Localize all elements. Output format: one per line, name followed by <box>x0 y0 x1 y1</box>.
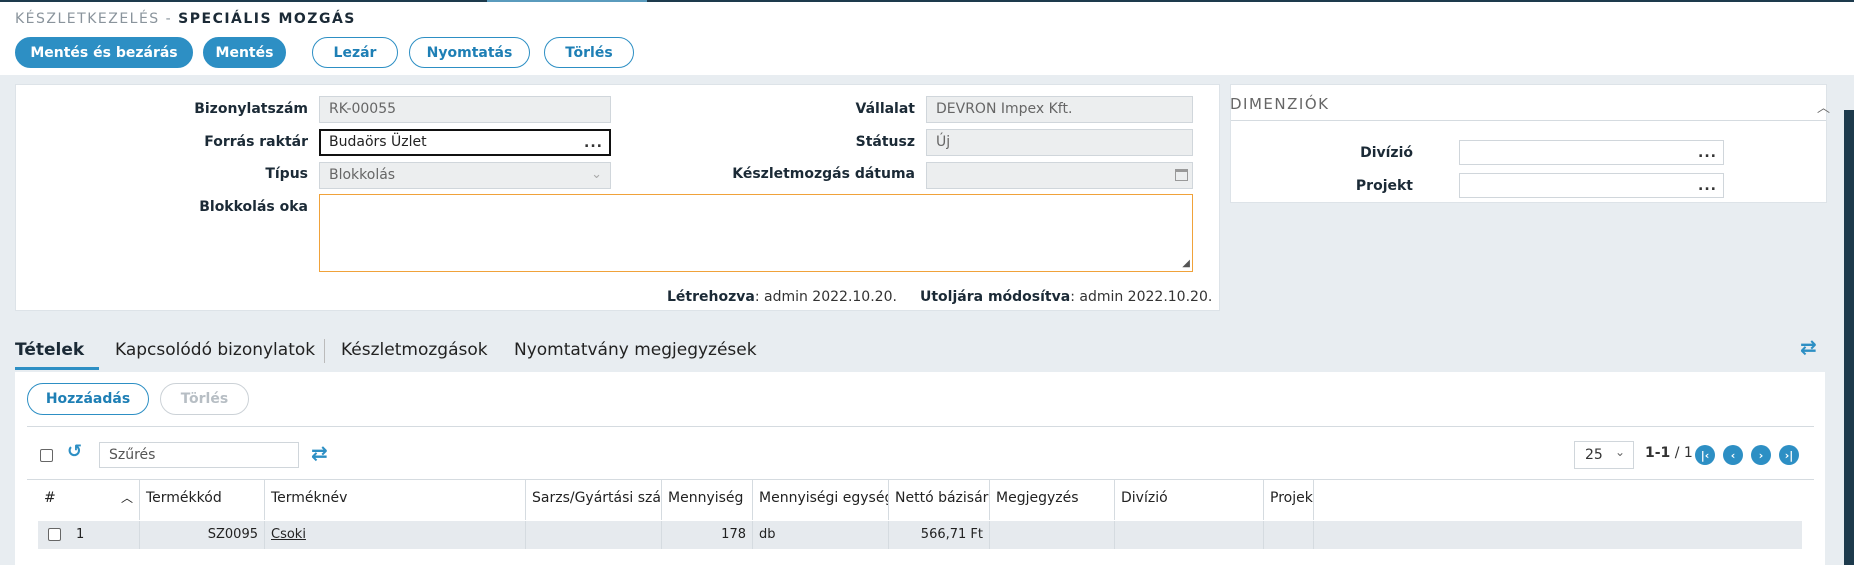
cell-num: 1 <box>70 521 140 549</box>
division-label: Divízió <box>1360 145 1413 161</box>
tab-stock-movements[interactable]: Készletmozgások <box>341 340 488 360</box>
col-header-note[interactable]: Megjegyzés <box>990 480 1115 520</box>
reason-textarea[interactable]: ◢ <box>319 194 1193 272</box>
cell-price: 566,71 Ft <box>889 521 990 549</box>
created-label: Létrehozva <box>667 289 755 305</box>
filter-placeholder: Szűrés <box>109 447 156 463</box>
source-wh-value: Budaörs Üzlet <box>329 134 427 150</box>
lookup-dots-icon[interactable]: ... <box>1698 145 1717 161</box>
print-button[interactable]: Nyomtatás <box>409 37 530 68</box>
select-all-checkbox[interactable] <box>40 449 53 462</box>
swap-icon[interactable]: ⇄ <box>311 441 328 465</box>
divider <box>27 426 1814 427</box>
chevron-down-icon: ⌄ <box>591 167 602 182</box>
company-label: Vállalat <box>855 101 916 117</box>
sort-icon[interactable]: ︿ <box>121 489 133 506</box>
swap-icon[interactable]: ⇄ <box>1800 335 1817 359</box>
col-header-name[interactable]: Terméknév <box>265 480 526 520</box>
filter-input[interactable]: Szűrés <box>99 442 299 468</box>
status-field: Új <box>926 129 1193 156</box>
delete-button[interactable]: Törlés <box>544 37 634 68</box>
cell-batch <box>526 521 662 549</box>
active-tab-indicator <box>15 367 99 370</box>
next-page-icon[interactable]: › <box>1751 445 1771 465</box>
save-close-button[interactable]: Mentés és bezárás <box>15 37 193 68</box>
modified-value: : admin 2022.10.20. <box>1070 289 1213 305</box>
type-value: Blokkolás <box>329 167 396 183</box>
save-button[interactable]: Mentés <box>203 37 286 68</box>
tab-print-notes[interactable]: Nyomtatvány megjegyzések <box>514 340 757 360</box>
project-label: Projekt <box>1355 178 1413 194</box>
cell-division <box>1115 521 1264 549</box>
refresh-icon[interactable]: ↺ <box>67 441 82 462</box>
company-value: DEVRON Impex Kft. <box>936 101 1073 117</box>
lookup-dots-icon[interactable]: ... <box>1698 178 1717 194</box>
resize-handle-icon[interactable]: ◢ <box>1182 258 1190 269</box>
status-value: Új <box>936 134 951 150</box>
cell-code: SZ0095 <box>140 521 265 549</box>
type-select[interactable]: Blokkolás ⌄ <box>319 162 611 189</box>
row-checkbox[interactable] <box>48 528 61 541</box>
delete-row-button[interactable]: Törlés <box>160 383 249 415</box>
col-header-unit[interactable]: Mennyiségi egység <box>753 480 889 520</box>
modified-info: Utoljára módosítva: admin 2022.10.20. <box>920 289 1212 305</box>
top-line <box>0 0 1854 2</box>
tab-items[interactable]: Tételek <box>15 340 84 360</box>
doc-number-field: RK-00055 <box>319 96 611 123</box>
dimensions-title: DIMENZIÓK <box>1230 95 1330 113</box>
division-field[interactable]: ... <box>1459 140 1724 165</box>
page-title: KÉSZLETKEZELÉS - SPECIÁLIS MOZGÁS <box>15 11 356 27</box>
created-value: : admin 2022.10.20. <box>754 289 897 305</box>
doc-number-value: RK-00055 <box>329 101 397 117</box>
add-row-button[interactable]: Hozzáadás <box>27 383 149 415</box>
cell-qty: 178 <box>662 521 753 549</box>
lookup-dots-icon[interactable]: ... <box>584 135 603 151</box>
project-field[interactable]: ... <box>1459 173 1724 198</box>
page-total: / 1 <box>1670 445 1693 461</box>
chevron-up-icon[interactable]: ︿ <box>1817 97 1830 116</box>
prev-page-icon[interactable]: ‹ <box>1723 445 1743 465</box>
col-header-division[interactable]: Divízió <box>1115 480 1264 520</box>
chevron-down-icon: ⌄ <box>1614 445 1625 459</box>
calendar-icon[interactable] <box>1175 169 1188 181</box>
reason-label: Blokkolás oka <box>199 199 308 215</box>
tab-separator <box>324 339 325 363</box>
page-size-value: 25 <box>1585 447 1603 463</box>
top-line-accent <box>487 0 647 2</box>
page-info: 1-1 / 1 <box>1645 445 1693 461</box>
tab-related-docs[interactable]: Kapcsolódó bizonylatok <box>115 340 315 360</box>
product-link[interactable]: Csoki <box>271 527 306 542</box>
source-wh-label: Forrás raktár <box>204 134 308 150</box>
type-label: Típus <box>265 166 308 182</box>
source-wh-field[interactable]: Budaörs Üzlet... <box>319 129 611 156</box>
last-page-icon[interactable]: ›| <box>1779 445 1799 465</box>
col-header-qty[interactable]: Mennyiség <box>662 480 753 520</box>
col-header-project[interactable]: Projekt <box>1264 480 1314 520</box>
cell-unit: db <box>753 521 889 549</box>
cell-note <box>990 521 1115 549</box>
date-label: Készletmozgás dátuma <box>732 166 915 182</box>
status-label: Státusz <box>855 134 915 150</box>
company-field: DEVRON Impex Kft. <box>926 96 1193 123</box>
col-label: # <box>44 490 56 506</box>
col-header-batch[interactable]: Sarzs/Gyártási szám <box>526 480 662 520</box>
doc-number-label: Bizonylatszám <box>194 101 308 117</box>
col-header-price[interactable]: Nettó bázisár <box>889 480 990 520</box>
page-size-select[interactable]: 25 ⌄ <box>1574 441 1634 469</box>
title: SPECIÁLIS MOZGÁS <box>178 11 356 27</box>
first-page-icon[interactable]: |‹ <box>1695 445 1715 465</box>
date-field[interactable] <box>926 162 1193 189</box>
close-doc-button[interactable]: Lezár <box>312 37 398 68</box>
created-info: Létrehozva: admin 2022.10.20. <box>667 289 897 305</box>
cell-name: Csoki <box>265 521 526 549</box>
breadcrumb: KÉSZLETKEZELÉS - <box>15 11 173 27</box>
modified-label: Utoljára módosítva <box>920 289 1071 305</box>
col-header-num[interactable]: # ︿ <box>38 480 140 520</box>
scrollbar[interactable] <box>1844 110 1854 565</box>
col-header-code[interactable]: Termékkód <box>140 480 265 520</box>
divider <box>1231 120 1826 121</box>
cell-project <box>1264 521 1314 549</box>
page-range: 1-1 <box>1645 445 1671 461</box>
